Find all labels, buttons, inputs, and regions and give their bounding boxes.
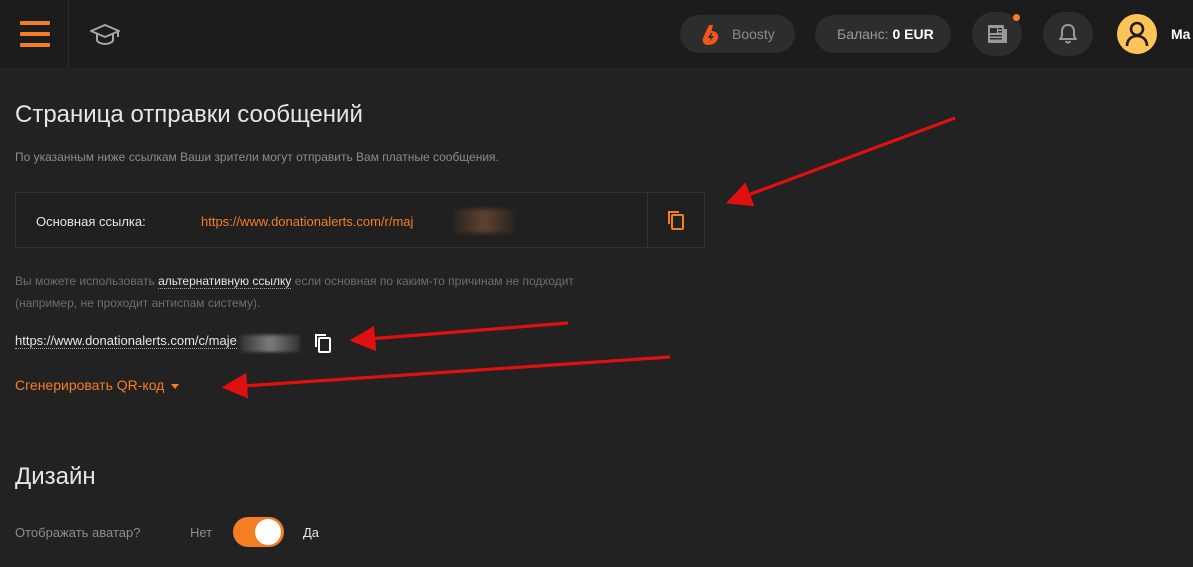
boosty-label: Boosty (732, 26, 775, 42)
copy-icon (668, 211, 684, 230)
alt-note-before: Вы можете использовать (15, 274, 159, 288)
hamburger-icon-bar (20, 43, 50, 47)
show-avatar-option-yes[interactable]: Да (303, 525, 319, 540)
user-icon (1125, 21, 1149, 47)
show-avatar-toggle[interactable] (233, 517, 284, 547)
menu-button[interactable] (0, 0, 69, 68)
newspaper-icon (988, 25, 1007, 43)
annotation-arrow (726, 116, 956, 207)
alt-link-note: Вы можете использовать альтернативную сс… (15, 270, 575, 314)
username[interactable]: Ma (1171, 26, 1190, 42)
graduation-cap-icon[interactable] (89, 22, 121, 48)
annotation-arrow (349, 321, 569, 352)
hamburger-icon (20, 21, 50, 25)
bell-icon (1059, 24, 1077, 44)
generate-qr-button[interactable]: Сгенерировать QR-код (15, 377, 180, 393)
copy-main-link-button[interactable] (647, 193, 704, 247)
avatar[interactable] (1117, 14, 1157, 54)
page-subtitle: По указанным ниже ссылкам Ваши зрители м… (15, 150, 499, 164)
copy-alt-link-button[interactable] (314, 333, 332, 353)
main-link-label: Основная ссылка: (36, 214, 146, 229)
hamburger-icon-bar (20, 32, 50, 36)
generate-qr-label: Сгенерировать QR-код (15, 377, 165, 393)
balance-label: Баланс: (837, 26, 889, 42)
annotation-arrow (221, 355, 671, 399)
news-unread-dot (1013, 14, 1020, 21)
main-link-box: Основная ссылка: https://www.donationale… (15, 192, 705, 248)
boosty-button[interactable]: Boosty (680, 15, 795, 53)
page: Boosty Баланс: 0 EUR Ma Страница отправк… (0, 0, 1193, 567)
main-link-url[interactable]: https://www.donationalerts.com/r/maj (201, 214, 413, 229)
toggle-knob (255, 519, 281, 545)
show-avatar-label: Отображать аватар? (15, 525, 141, 540)
redacted-blur (454, 209, 514, 233)
boosty-logo-icon (702, 25, 719, 45)
notifications-button[interactable] (1043, 12, 1093, 56)
redacted-blur (240, 335, 300, 352)
caret-down-icon (171, 383, 180, 389)
alt-link-toggle[interactable]: альтернативную ссылку (158, 274, 292, 289)
design-section-title: Дизайн (15, 463, 96, 490)
balance-value: 0 EUR (892, 26, 934, 42)
page-title: Страница отправки сообщений (15, 101, 363, 128)
top-header: Boosty Баланс: 0 EUR Ma (0, 0, 1193, 68)
show-avatar-option-no[interactable]: Нет (190, 525, 212, 540)
news-button[interactable] (972, 12, 1022, 56)
balance-button[interactable]: Баланс: 0 EUR (815, 15, 951, 53)
alt-link-url[interactable]: https://www.donationalerts.com/c/maje (15, 333, 237, 349)
